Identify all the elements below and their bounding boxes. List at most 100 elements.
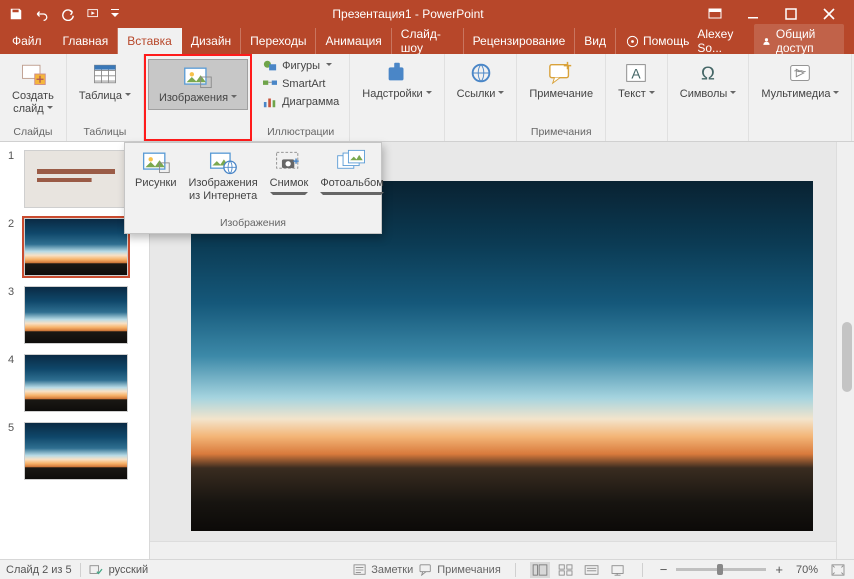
save-icon[interactable] bbox=[6, 4, 26, 24]
addins-button[interactable]: Надстройки bbox=[356, 58, 437, 103]
text-button[interactable]: A Текст bbox=[612, 58, 661, 103]
media-icon bbox=[787, 60, 813, 86]
online-pictures-label: Изображенияиз Интернета bbox=[189, 177, 258, 202]
tab-review[interactable]: Рецензирование bbox=[464, 28, 576, 54]
smartart-icon bbox=[262, 77, 278, 91]
fit-to-window-icon[interactable] bbox=[828, 562, 848, 578]
screenshot-button[interactable]: Снимок bbox=[264, 149, 315, 198]
new-slide-label: Создать слайд bbox=[12, 90, 54, 115]
comment-icon bbox=[547, 60, 575, 86]
smartart-label: SmartArt bbox=[282, 78, 325, 90]
tab-insert[interactable]: Вставка bbox=[118, 28, 182, 54]
thumbnail-preview bbox=[24, 422, 128, 480]
images-dropdown: Рисунки Изображенияиз Интернета Снимок Ф… bbox=[124, 142, 382, 234]
thumbnail-preview bbox=[24, 354, 128, 412]
symbols-label: Символы bbox=[680, 88, 737, 101]
zoom-slider-knob[interactable] bbox=[717, 564, 723, 575]
dropdown-group-label: Изображения bbox=[125, 215, 381, 233]
online-pictures-icon bbox=[208, 149, 238, 175]
pictures-icon bbox=[141, 149, 171, 175]
group-tables-label: Таблицы bbox=[83, 124, 126, 141]
slide-sorter-view-icon[interactable] bbox=[556, 562, 576, 578]
thumbnail-5[interactable]: 5 bbox=[8, 422, 143, 480]
redo-icon[interactable] bbox=[58, 4, 78, 24]
undo-icon[interactable] bbox=[32, 4, 52, 24]
thumbnail-3[interactable]: 3 bbox=[8, 286, 143, 344]
tab-design[interactable]: Дизайн bbox=[182, 28, 241, 54]
zoom-in-button[interactable]: + bbox=[772, 562, 786, 577]
thumbnail-preview bbox=[24, 150, 128, 208]
comment-button[interactable]: Примечание bbox=[523, 58, 599, 103]
thumbnail-2[interactable]: 2 bbox=[8, 218, 143, 276]
zoom-slider[interactable] bbox=[676, 568, 766, 571]
table-label: Таблица bbox=[79, 90, 131, 103]
notes-button[interactable]: Заметки bbox=[353, 562, 413, 578]
tab-transitions[interactable]: Переходы bbox=[241, 28, 316, 54]
vertical-scrollbar[interactable] bbox=[836, 142, 854, 559]
ribbon-display-options-icon[interactable] bbox=[700, 4, 730, 24]
thumbnail-1[interactable]: 1 bbox=[8, 150, 143, 208]
group-slides-label: Слайды bbox=[13, 124, 52, 141]
tab-view[interactable]: Вид bbox=[575, 28, 616, 54]
notes-label: Заметки bbox=[371, 564, 413, 576]
photoalbum-label: Фотоальбом bbox=[320, 177, 384, 198]
tab-home[interactable]: Главная bbox=[54, 28, 119, 54]
thumbnail-4[interactable]: 4 bbox=[8, 354, 143, 412]
smartart-button[interactable]: SmartArt bbox=[258, 76, 343, 92]
vertical-scroll-thumb[interactable] bbox=[842, 322, 852, 392]
symbols-button[interactable]: Ω Символы bbox=[674, 58, 743, 103]
help-label: Помощь bbox=[643, 34, 689, 48]
reading-view-icon[interactable] bbox=[582, 562, 602, 578]
new-slide-icon bbox=[19, 60, 47, 88]
start-from-beginning-icon[interactable] bbox=[84, 4, 104, 24]
minimize-icon[interactable] bbox=[738, 4, 768, 24]
tab-file[interactable]: Файл bbox=[0, 28, 54, 54]
zoom-out-button[interactable]: − bbox=[657, 562, 671, 577]
comment-label: Примечание bbox=[529, 88, 593, 101]
addins-icon bbox=[384, 60, 410, 86]
share-label: Общий доступ bbox=[776, 27, 836, 55]
screenshot-label: Снимок bbox=[270, 177, 309, 198]
shapes-button[interactable]: Фигуры bbox=[258, 58, 343, 74]
tab-slideshow[interactable]: Слайд-шоу bbox=[392, 28, 464, 54]
zoom-percent[interactable]: 70% bbox=[796, 564, 818, 576]
shapes-label: Фигуры bbox=[282, 60, 320, 72]
thumbnail-number: 4 bbox=[8, 354, 18, 412]
language-indicator[interactable]: русский bbox=[109, 564, 148, 576]
media-button[interactable]: Мультимедиа bbox=[755, 58, 845, 103]
thumbnail-number: 2 bbox=[8, 218, 18, 276]
user-account[interactable]: Alexey So... bbox=[697, 27, 746, 55]
slide-counter: Слайд 2 из 5 bbox=[6, 564, 72, 576]
close-icon[interactable] bbox=[814, 4, 844, 24]
links-label: Ссылки bbox=[457, 88, 505, 101]
online-pictures-button[interactable]: Изображенияиз Интернета bbox=[183, 149, 264, 202]
spellcheck-icon[interactable] bbox=[89, 564, 103, 576]
table-button[interactable]: Таблица bbox=[73, 58, 137, 105]
slideshow-view-icon[interactable] bbox=[608, 562, 628, 578]
svg-text:Ω: Ω bbox=[701, 63, 715, 84]
images-button[interactable]: Изображения bbox=[148, 59, 248, 110]
chart-button[interactable]: Диаграмма bbox=[258, 94, 343, 110]
pictures-button[interactable]: Рисунки bbox=[129, 149, 183, 190]
share-button[interactable]: Общий доступ bbox=[754, 24, 844, 58]
group-illustrations-label: Иллюстрации bbox=[267, 124, 334, 141]
table-icon bbox=[91, 60, 119, 88]
text-icon: A bbox=[623, 60, 649, 86]
new-slide-button[interactable]: Создать слайд bbox=[6, 58, 60, 117]
links-button[interactable]: Ссылки bbox=[451, 58, 511, 103]
window-title: Презентация1 - PowerPoint bbox=[126, 7, 690, 21]
help-button[interactable]: Помощь bbox=[626, 34, 689, 48]
images-icon bbox=[183, 64, 213, 90]
addins-label: Надстройки bbox=[362, 88, 431, 101]
qat-customize-icon[interactable] bbox=[110, 4, 120, 24]
photoalbum-button[interactable]: Фотоальбом bbox=[314, 149, 390, 198]
horizontal-scrollbar[interactable] bbox=[150, 541, 836, 559]
tab-animations[interactable]: Анимация bbox=[316, 28, 391, 54]
links-icon bbox=[468, 60, 494, 86]
maximize-icon[interactable] bbox=[776, 4, 806, 24]
text-label: Текст bbox=[618, 88, 655, 101]
comments-button[interactable]: Примечания bbox=[419, 562, 501, 578]
normal-view-icon[interactable] bbox=[530, 562, 550, 578]
images-label: Изображения bbox=[159, 92, 237, 105]
thumbnail-number: 5 bbox=[8, 422, 18, 480]
